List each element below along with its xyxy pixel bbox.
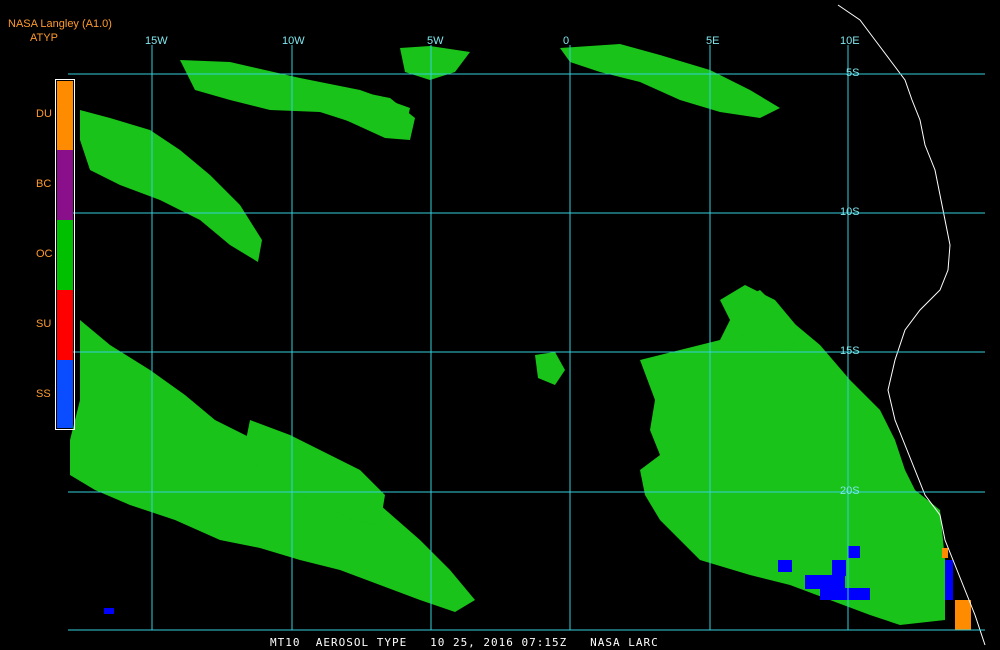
lat-label-10s: 10S <box>840 206 860 218</box>
legend-label-oc: OC <box>36 248 53 260</box>
product-code: ATYP <box>30 32 58 44</box>
aerosol-type-map <box>0 0 1000 650</box>
lat-label-15s: 15S <box>840 345 860 357</box>
lon-label-5w: 5W <box>427 35 444 47</box>
lat-label-5s: 5S <box>846 67 860 79</box>
lon-label-5e: 5E <box>706 35 720 47</box>
map-footer-caption: MT10 AEROSOL TYPE 10 25, 2016 07:15Z NAS… <box>270 636 659 649</box>
legend-label-ss: SS <box>36 388 51 400</box>
product-title: NASA Langley (A1.0) <box>8 18 112 30</box>
lon-label-15w: 15W <box>145 35 168 47</box>
lon-label-10e: 10E <box>840 35 860 47</box>
legend-label-su: SU <box>36 318 52 330</box>
legend-swatch-oc <box>57 220 73 290</box>
legend-swatch-du <box>57 81 73 150</box>
lon-label-0: 0 <box>563 35 570 47</box>
lat-label-20s: 20S <box>840 485 860 497</box>
legend-swatch-ss <box>57 360 73 428</box>
legend-label-bc: BC <box>36 178 52 190</box>
legend-label-du: DU <box>36 108 52 120</box>
legend-swatch-bc <box>57 150 73 220</box>
legend-swatch-su <box>57 290 73 360</box>
lon-label-10w: 10W <box>282 35 305 47</box>
aerosol-type-legend <box>55 79 75 430</box>
